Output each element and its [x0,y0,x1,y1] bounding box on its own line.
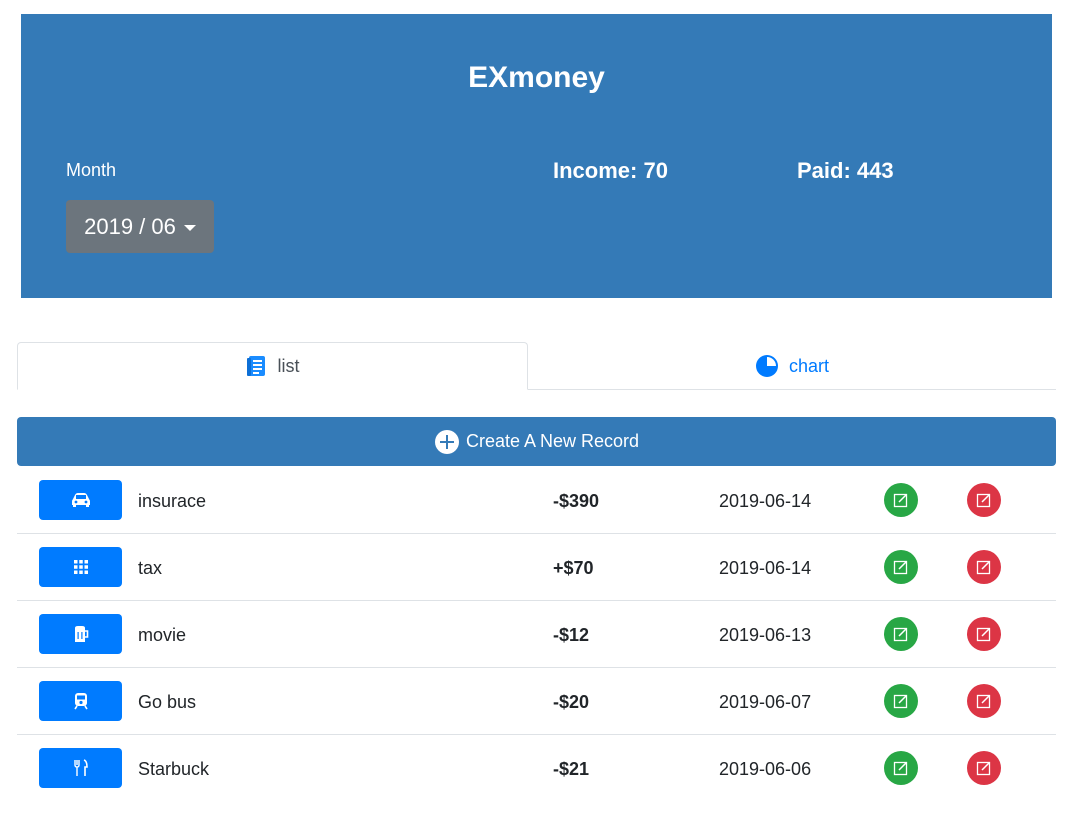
edit-icon [893,761,908,776]
record-row: Go bus -$20 2019-06-07 [17,668,1056,735]
view-tabs: list chart [17,342,1056,390]
tab-list-label: list [277,355,300,376]
header-banner: EXmoney Month 2019 / 06 Income: 70 Paid:… [21,14,1052,298]
record-date: 2019-06-13 [719,625,812,645]
record-date: 2019-06-06 [719,759,812,779]
records-list: insurace -$390 2019-06-14 tax +$70 2019-… [17,467,1056,802]
delete-icon [976,694,991,709]
edit-button[interactable] [884,617,918,651]
create-record-label: Create A New Record [465,431,640,451]
record-title: insurace [138,491,207,511]
month-value: 2019 / 06 [84,213,176,239]
category-badge [39,480,122,520]
record-amount: +$70 [553,558,594,578]
delete-button[interactable] [967,617,1001,651]
paid-total: Paid: 443 [797,158,894,183]
tab-list[interactable]: list [17,342,528,390]
create-record-button[interactable]: Create A New Record [17,417,1056,466]
record-date: 2019-06-14 [719,558,812,578]
restaurant-icon [73,759,88,776]
record-amount: -$390 [553,491,600,511]
delete-button[interactable] [967,684,1001,718]
category-badge [39,547,122,587]
edit-button[interactable] [884,550,918,584]
category-badge [39,748,122,788]
record-row: movie -$12 2019-06-13 [17,601,1056,668]
delete-button[interactable] [967,550,1001,584]
train-icon [73,693,88,710]
month-label: Month [66,160,117,180]
edit-button[interactable] [884,751,918,785]
edit-icon [893,493,908,508]
month-picker-button[interactable]: 2019 / 06 [66,200,214,253]
delete-icon [976,761,991,776]
delete-icon [976,560,991,575]
plus-circle-icon [434,429,459,454]
caret-down-icon [183,224,196,231]
pie-chart-icon [755,355,778,377]
delete-icon [976,493,991,508]
record-title: movie [138,625,187,645]
apps-icon [73,560,88,574]
record-amount: -$12 [553,625,590,645]
category-badge [39,614,122,654]
record-row: Starbuck -$21 2019-06-06 [17,735,1056,802]
record-title: tax [138,558,163,578]
category-badge [39,681,122,721]
car-icon [71,493,90,507]
edit-icon [893,560,908,575]
record-amount: -$21 [553,759,590,779]
tab-chart[interactable]: chart [528,342,1056,390]
edit-button[interactable] [884,483,918,517]
record-date: 2019-06-14 [719,491,812,511]
edit-button[interactable] [884,684,918,718]
delete-icon [976,627,991,642]
record-date: 2019-06-07 [719,692,812,712]
record-title: Starbuck [138,759,210,779]
beer-icon [74,626,88,642]
app-title: EXmoney [468,61,605,94]
delete-button[interactable] [967,751,1001,785]
delete-button[interactable] [967,483,1001,517]
list-icon [246,356,265,376]
record-title: Go bus [138,692,197,712]
record-amount: -$20 [553,692,590,712]
record-row: tax +$70 2019-06-14 [17,534,1056,601]
income-total: Income: 70 [553,158,668,183]
tab-chart-label: chart [788,355,830,376]
edit-icon [893,627,908,642]
edit-icon [893,694,908,709]
record-row: insurace -$390 2019-06-14 [17,467,1056,534]
